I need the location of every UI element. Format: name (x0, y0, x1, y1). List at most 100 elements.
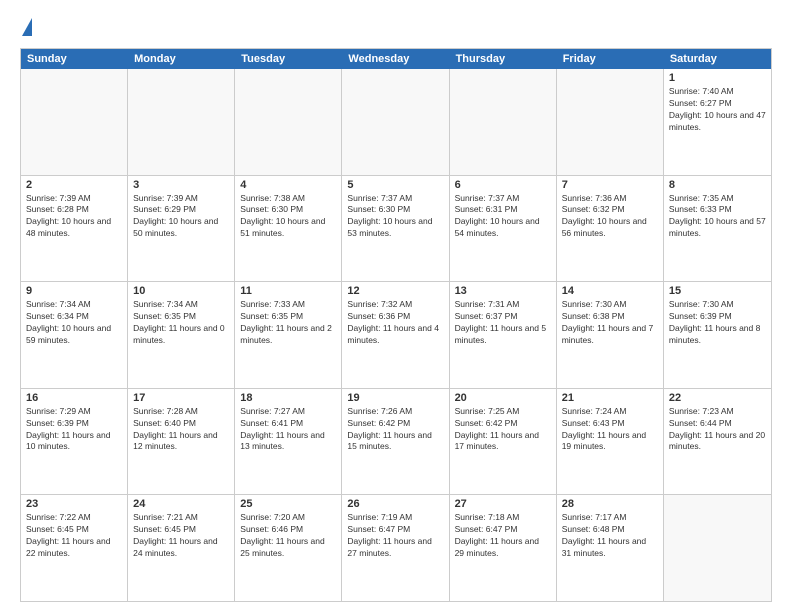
day-info: Sunrise: 7:35 AMSunset: 6:33 PMDaylight:… (669, 193, 766, 241)
day-number: 24 (133, 498, 229, 510)
day-info: Sunrise: 7:20 AMSunset: 6:46 PMDaylight:… (240, 512, 336, 560)
day-number: 18 (240, 392, 336, 404)
calendar-cell: 9 Sunrise: 7:34 AMSunset: 6:34 PMDaylight… (21, 282, 128, 388)
calendar-row: 9 Sunrise: 7:34 AMSunset: 6:34 PMDaylight… (21, 282, 771, 389)
calendar-cell: 7 Sunrise: 7:36 AMSunset: 6:32 PMDaylight… (557, 176, 664, 282)
calendar-cell: 17 Sunrise: 7:28 AMSunset: 6:40 PMDayligh… (128, 389, 235, 495)
day-number: 5 (347, 179, 443, 191)
calendar-cell: 14 Sunrise: 7:30 AMSunset: 6:38 PMDayligh… (557, 282, 664, 388)
day-info: Sunrise: 7:30 AMSunset: 6:38 PMDaylight:… (562, 299, 658, 347)
day-info: Sunrise: 7:30 AMSunset: 6:39 PMDaylight:… (669, 299, 766, 347)
day-info: Sunrise: 7:23 AMSunset: 6:44 PMDaylight:… (669, 406, 766, 454)
day-number: 13 (455, 285, 551, 297)
day-number: 4 (240, 179, 336, 191)
calendar-cell (235, 69, 342, 175)
day-info: Sunrise: 7:34 AMSunset: 6:34 PMDaylight:… (26, 299, 122, 347)
day-info: Sunrise: 7:39 AMSunset: 6:28 PMDaylight:… (26, 193, 122, 241)
calendar-cell: 6 Sunrise: 7:37 AMSunset: 6:31 PMDaylight… (450, 176, 557, 282)
calendar-cell (21, 69, 128, 175)
calendar-header-cell: Monday (128, 49, 235, 69)
day-number: 23 (26, 498, 122, 510)
calendar-cell: 1 Sunrise: 7:40 AMSunset: 6:27 PMDaylight… (664, 69, 771, 175)
day-number: 12 (347, 285, 443, 297)
day-info: Sunrise: 7:40 AMSunset: 6:27 PMDaylight:… (669, 86, 766, 134)
day-info: Sunrise: 7:26 AMSunset: 6:42 PMDaylight:… (347, 406, 443, 454)
day-number: 6 (455, 179, 551, 191)
day-info: Sunrise: 7:39 AMSunset: 6:29 PMDaylight:… (133, 193, 229, 241)
calendar-row: 1 Sunrise: 7:40 AMSunset: 6:27 PMDaylight… (21, 69, 771, 176)
day-number: 26 (347, 498, 443, 510)
day-number: 16 (26, 392, 122, 404)
day-info: Sunrise: 7:28 AMSunset: 6:40 PMDaylight:… (133, 406, 229, 454)
calendar-header: SundayMondayTuesdayWednesdayThursdayFrid… (21, 49, 771, 69)
calendar-cell (664, 495, 771, 601)
day-info: Sunrise: 7:37 AMSunset: 6:31 PMDaylight:… (455, 193, 551, 241)
calendar-cell: 26 Sunrise: 7:19 AMSunset: 6:47 PMDayligh… (342, 495, 449, 601)
day-info: Sunrise: 7:31 AMSunset: 6:37 PMDaylight:… (455, 299, 551, 347)
calendar: SundayMondayTuesdayWednesdayThursdayFrid… (20, 48, 772, 602)
calendar-header-cell: Thursday (450, 49, 557, 69)
calendar-header-cell: Saturday (664, 49, 771, 69)
calendar-header-cell: Wednesday (342, 49, 449, 69)
header (20, 18, 772, 38)
calendar-cell: 20Sunrise: 7:25 AMSunset: 6:42 PMDayligh… (450, 389, 557, 495)
calendar-cell (450, 69, 557, 175)
day-info: Sunrise: 7:19 AMSunset: 6:47 PMDaylight:… (347, 512, 443, 560)
calendar-cell (557, 69, 664, 175)
calendar-cell: 23 Sunrise: 7:22 AMSunset: 6:45 PMDayligh… (21, 495, 128, 601)
calendar-cell: 22 Sunrise: 7:23 AMSunset: 6:44 PMDayligh… (664, 389, 771, 495)
calendar-cell: 27Sunrise: 7:18 AMSunset: 6:47 PMDayligh… (450, 495, 557, 601)
day-number: 15 (669, 285, 766, 297)
day-info: Sunrise: 7:18 AMSunset: 6:47 PMDaylight:… (455, 512, 551, 560)
calendar-cell: 25Sunrise: 7:20 AMSunset: 6:46 PMDayligh… (235, 495, 342, 601)
day-info: Sunrise: 7:21 AMSunset: 6:45 PMDaylight:… (133, 512, 229, 560)
calendar-cell: 18 Sunrise: 7:27 AMSunset: 6:41 PMDayligh… (235, 389, 342, 495)
day-number: 17 (133, 392, 229, 404)
day-number: 10 (133, 285, 229, 297)
calendar-cell (342, 69, 449, 175)
calendar-cell: 10 Sunrise: 7:34 AMSunset: 6:35 PMDayligh… (128, 282, 235, 388)
calendar-row: 2 Sunrise: 7:39 AMSunset: 6:28 PMDaylight… (21, 176, 771, 283)
calendar-cell: 21 Sunrise: 7:24 AMSunset: 6:43 PMDayligh… (557, 389, 664, 495)
day-number: 11 (240, 285, 336, 297)
logo-triangle-icon (22, 18, 32, 36)
day-info: Sunrise: 7:24 AMSunset: 6:43 PMDaylight:… (562, 406, 658, 454)
day-info: Sunrise: 7:22 AMSunset: 6:45 PMDaylight:… (26, 512, 122, 560)
day-number: 21 (562, 392, 658, 404)
day-info: Sunrise: 7:27 AMSunset: 6:41 PMDaylight:… (240, 406, 336, 454)
day-number: 28 (562, 498, 658, 510)
day-number: 2 (26, 179, 122, 191)
page: SundayMondayTuesdayWednesdayThursdayFrid… (0, 0, 792, 612)
day-number: 9 (26, 285, 122, 297)
calendar-body: 1 Sunrise: 7:40 AMSunset: 6:27 PMDaylight… (21, 69, 771, 601)
calendar-cell: 13 Sunrise: 7:31 AMSunset: 6:37 PMDayligh… (450, 282, 557, 388)
day-info: Sunrise: 7:29 AMSunset: 6:39 PMDaylight:… (26, 406, 122, 454)
calendar-cell: 8 Sunrise: 7:35 AMSunset: 6:33 PMDaylight… (664, 176, 771, 282)
logo (20, 18, 32, 38)
day-info: Sunrise: 7:34 AMSunset: 6:35 PMDaylight:… (133, 299, 229, 347)
day-number: 8 (669, 179, 766, 191)
calendar-cell: 2 Sunrise: 7:39 AMSunset: 6:28 PMDaylight… (21, 176, 128, 282)
day-info: Sunrise: 7:36 AMSunset: 6:32 PMDaylight:… (562, 193, 658, 241)
day-info: Sunrise: 7:37 AMSunset: 6:30 PMDaylight:… (347, 193, 443, 241)
calendar-cell: 24 Sunrise: 7:21 AMSunset: 6:45 PMDayligh… (128, 495, 235, 601)
day-number: 22 (669, 392, 766, 404)
day-info: Sunrise: 7:25 AMSunset: 6:42 PMDaylight:… (455, 406, 551, 454)
calendar-cell: 12Sunrise: 7:32 AMSunset: 6:36 PMDayligh… (342, 282, 449, 388)
calendar-row: 16 Sunrise: 7:29 AMSunset: 6:39 PMDayligh… (21, 389, 771, 496)
day-number: 19 (347, 392, 443, 404)
calendar-cell: 15 Sunrise: 7:30 AMSunset: 6:39 PMDayligh… (664, 282, 771, 388)
day-number: 14 (562, 285, 658, 297)
calendar-cell: 28 Sunrise: 7:17 AMSunset: 6:48 PMDayligh… (557, 495, 664, 601)
day-number: 7 (562, 179, 658, 191)
calendar-cell (128, 69, 235, 175)
day-info: Sunrise: 7:38 AMSunset: 6:30 PMDaylight:… (240, 193, 336, 241)
calendar-cell: 16 Sunrise: 7:29 AMSunset: 6:39 PMDayligh… (21, 389, 128, 495)
day-info: Sunrise: 7:17 AMSunset: 6:48 PMDaylight:… (562, 512, 658, 560)
day-number: 1 (669, 72, 766, 84)
calendar-header-cell: Sunday (21, 49, 128, 69)
calendar-cell: 3Sunrise: 7:39 AMSunset: 6:29 PMDaylight… (128, 176, 235, 282)
calendar-row: 23 Sunrise: 7:22 AMSunset: 6:45 PMDayligh… (21, 495, 771, 601)
calendar-cell: 11Sunrise: 7:33 AMSunset: 6:35 PMDayligh… (235, 282, 342, 388)
calendar-header-cell: Tuesday (235, 49, 342, 69)
